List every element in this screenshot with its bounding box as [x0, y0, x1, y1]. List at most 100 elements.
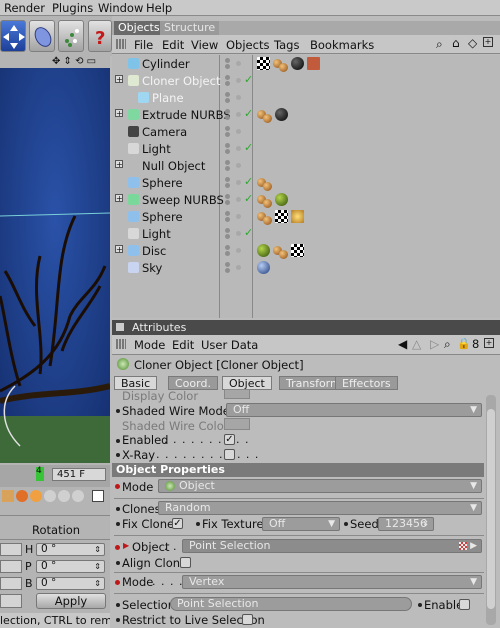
editor-visibility-dot[interactable] [225, 177, 230, 182]
display-color-swatch[interactable] [224, 389, 250, 399]
expand-toggle-icon[interactable]: + [115, 194, 123, 203]
attr-menu-user-data[interactable]: User Data [201, 338, 258, 352]
layer-dot[interactable] [236, 231, 241, 236]
tag-material-icon[interactable] [263, 199, 272, 208]
tag-ball-icon[interactable] [291, 57, 304, 70]
menu-plugins[interactable]: Plugins [52, 1, 93, 15]
om-menu-tags[interactable]: Tags [274, 38, 299, 52]
editor-visibility-dot[interactable] [225, 58, 230, 63]
tab-effectors[interactable]: Effectors [335, 376, 398, 390]
fix-clone-checkbox[interactable]: ✓ [172, 518, 183, 529]
y-field[interactable] [0, 560, 22, 573]
render-visibility-dot[interactable] [225, 81, 230, 86]
mode2-dropdown[interactable]: Vertex ▼ [182, 575, 482, 589]
om-menu-edit[interactable]: Edit [162, 38, 184, 52]
tag-ball-icon[interactable] [275, 108, 288, 121]
forward-arrow-icon[interactable]: ▷ [430, 337, 439, 351]
search-icon[interactable]: ⌕ [436, 37, 443, 52]
tab-coord[interactable]: Coord. [168, 376, 218, 390]
render-visibility-dot[interactable] [225, 200, 230, 205]
enabled-check-icon[interactable]: ✓ [244, 175, 253, 188]
object-row[interactable]: Sphere [112, 208, 500, 225]
editor-visibility-dot[interactable] [225, 126, 230, 131]
object-row[interactable]: + Cloner Object ✓ [112, 72, 500, 89]
new-window-icon[interactable]: + [483, 37, 493, 47]
object-name[interactable]: Cylinder [142, 57, 190, 71]
editor-visibility-dot[interactable] [225, 228, 230, 233]
layer-dot[interactable] [236, 112, 241, 117]
object-name[interactable]: Sky [142, 261, 162, 275]
editor-visibility-dot[interactable] [225, 262, 230, 267]
render-visibility-dot[interactable] [225, 234, 230, 239]
tag-material-icon[interactable] [279, 250, 288, 259]
layer-dot[interactable] [236, 78, 241, 83]
clones-dropdown[interactable]: Random ▼ [158, 501, 482, 515]
align-clone-checkbox[interactable] [180, 557, 191, 568]
render-visibility-dot[interactable] [225, 166, 230, 171]
render-visibility-dot[interactable] [225, 64, 230, 69]
object-row[interactable]: Plane [112, 89, 500, 106]
render-visibility-dot[interactable] [225, 268, 230, 273]
object-row[interactable]: Light ✓ [112, 140, 500, 157]
back-arrow-icon[interactable]: ◀ [398, 337, 407, 351]
coord-system-dropdown[interactable] [0, 594, 22, 608]
editor-visibility-dot[interactable] [225, 75, 230, 80]
seed-field[interactable]: 123456 ⇕ [378, 517, 434, 531]
object-row[interactable]: + Disc [112, 242, 500, 259]
layer-dot[interactable] [236, 214, 241, 219]
grid-key-icon[interactable] [92, 490, 104, 502]
help-button[interactable]: ? [88, 20, 112, 52]
object-row[interactable]: Sphere ✓ [112, 174, 500, 191]
attributes-scrollbar[interactable] [486, 395, 496, 625]
object-link-field[interactable]: Point Selection ▶ [182, 539, 482, 553]
up-arrow-icon[interactable]: △ [412, 337, 421, 351]
object-name[interactable]: Extrude NURBS [142, 108, 231, 122]
object-name[interactable]: Sphere [142, 210, 183, 224]
tab-object[interactable]: Object [222, 376, 272, 390]
expand-toggle-icon[interactable]: + [115, 245, 123, 254]
tag-material-icon[interactable] [263, 182, 272, 191]
new-window-icon[interactable]: + [484, 338, 494, 348]
playback-icons[interactable] [0, 489, 110, 505]
expand-toggle-icon[interactable]: + [115, 160, 123, 169]
attr-menu-mode[interactable]: Mode [134, 338, 165, 352]
render-visibility-dot[interactable] [225, 115, 230, 120]
mode-dropdown[interactable]: Object ▼ [158, 479, 482, 493]
eye-icon[interactable]: ◇ [468, 36, 477, 50]
b-rotation-field[interactable]: 0 ° ⇕ [36, 577, 105, 590]
rotation-key-icon[interactable] [72, 490, 84, 502]
search-icon[interactable]: ⌕ [444, 337, 451, 352]
menu-render[interactable]: Render [4, 1, 45, 15]
object-name[interactable]: Disc [142, 244, 166, 258]
editor-visibility-dot[interactable] [225, 92, 230, 97]
om-menu-view[interactable]: View [191, 38, 218, 52]
particles-button[interactable] [58, 20, 84, 52]
object-row[interactable]: + Extrude NURBS ✓ [112, 106, 500, 123]
x-field[interactable] [0, 543, 22, 556]
h-rotation-field[interactable]: 0 ° ⇕ [36, 543, 105, 556]
z-field[interactable] [0, 577, 22, 590]
tag-check2-icon[interactable] [275, 210, 288, 223]
object-name[interactable]: Light [142, 227, 171, 241]
timeline[interactable]: 4 451 F [0, 465, 110, 487]
tab-basic[interactable]: Basic [114, 376, 158, 390]
layer-dot[interactable] [236, 163, 241, 168]
om-menu-bookmarks[interactable]: Bookmarks [310, 38, 374, 52]
expand-toggle-icon[interactable]: + [115, 75, 123, 84]
editor-visibility-dot[interactable] [225, 211, 230, 216]
object-name[interactable]: Cloner Object [142, 74, 220, 88]
tab-structure[interactable]: Structure [160, 21, 220, 35]
object-row[interactable]: Light ✓ [112, 225, 500, 242]
autokey-icon[interactable] [16, 490, 28, 502]
restrict-checkbox[interactable] [242, 614, 253, 625]
enabled-check-icon[interactable]: ✓ [244, 141, 253, 154]
tag-check2-icon[interactable] [291, 244, 304, 257]
expand-arrow-icon[interactable]: ▶ [123, 541, 129, 550]
object-row[interactable]: Sky [112, 259, 500, 276]
object-row[interactable]: + Null Object [112, 157, 500, 174]
lock-icon[interactable]: 🔒 [457, 337, 471, 350]
fix-texture-dropdown[interactable]: Off ▼ [262, 517, 340, 531]
tag-material-icon[interactable] [263, 216, 272, 225]
layer-dot[interactable] [236, 248, 241, 253]
render-visibility-dot[interactable] [225, 132, 230, 137]
